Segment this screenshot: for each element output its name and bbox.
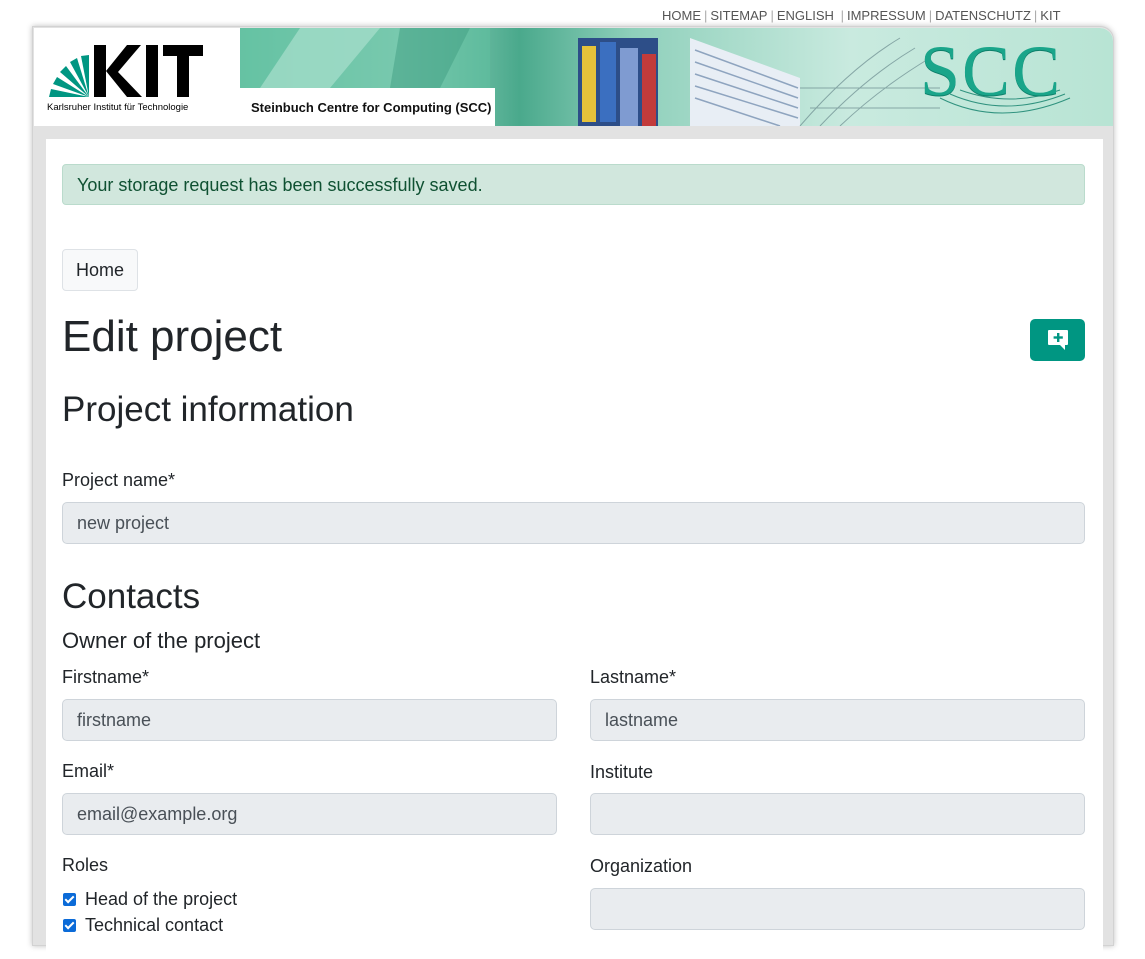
separator: |: [1033, 8, 1038, 23]
scc-banner: Steinbuch Centre for Computing (SCC) SCC: [240, 28, 1113, 126]
separator: |: [928, 8, 933, 23]
kit-subtitle: Karlsruher Institut für Technologie: [47, 102, 189, 113]
email-label: Email*: [62, 761, 115, 781]
role-head-checkbox-row[interactable]: Head of the project: [62, 889, 237, 910]
metanav-privacy-link[interactable]: DATENSCHUTZ: [935, 8, 1031, 23]
comment-plus-icon: [1048, 330, 1068, 350]
breadcrumb-home-button[interactable]: Home: [62, 249, 138, 291]
separator: |: [840, 8, 844, 23]
main-content: Your storage request has been successful…: [46, 139, 1103, 959]
add-comment-button[interactable]: [1030, 319, 1085, 361]
page-title: Edit project: [62, 312, 283, 361]
owner-heading: Owner of the project: [62, 628, 261, 653]
email-field[interactable]: email@example.org: [62, 793, 557, 835]
metanav-sitemap-link[interactable]: SITEMAP: [710, 8, 767, 23]
separator: |: [704, 8, 708, 23]
banner-label: Steinbuch Centre for Computing (SCC): [240, 88, 495, 126]
lastname-field[interactable]: lastname: [590, 699, 1085, 741]
metanav-kit-link[interactable]: KIT: [1040, 8, 1060, 23]
role-technical-checkbox[interactable]: [63, 919, 76, 932]
institute-label: Institute: [590, 762, 654, 782]
contacts-heading: Contacts: [62, 577, 201, 616]
meta-navigation: HOME | SITEMAP | ENGLISH | IMPRESSUM | DATENSCH…: [662, 8, 1061, 23]
project-name-field[interactable]: new project: [62, 502, 1085, 544]
metanav-language-link[interactable]: ENGLISH: [777, 8, 834, 23]
separator: |: [770, 8, 774, 23]
institute-field[interactable]: [590, 793, 1085, 835]
role-head-label: Head of the project: [85, 889, 238, 909]
role-head-checkbox[interactable]: [63, 893, 76, 906]
role-technical-label: Technical contact: [85, 915, 224, 935]
success-alert: Your storage request has been successful…: [62, 164, 1085, 205]
metanav-impressum-link[interactable]: IMPRESSUM: [847, 8, 926, 23]
firstname-label: Firstname*: [62, 667, 150, 687]
metanav-home-link[interactable]: HOME: [662, 8, 701, 23]
site-header: Karlsruher Institut für Technologie Stei…: [34, 28, 1113, 126]
firstname-field[interactable]: firstname: [62, 699, 557, 741]
lastname-label: Lastname*: [590, 667, 677, 687]
project-information-heading: Project information: [62, 390, 354, 429]
role-technical-checkbox-row[interactable]: Technical contact: [62, 915, 223, 936]
page-frame: Karlsruher Institut für Technologie Stei…: [32, 26, 1114, 959]
kit-logo[interactable]: Karlsruher Institut für Technologie: [47, 43, 207, 118]
scc-logo[interactable]: SCC: [920, 30, 1062, 113]
project-name-label: Project name*: [62, 470, 176, 490]
kit-logo-icon: [49, 45, 203, 97]
roles-label: Roles: [62, 855, 109, 875]
organization-label: Organization: [590, 856, 693, 876]
